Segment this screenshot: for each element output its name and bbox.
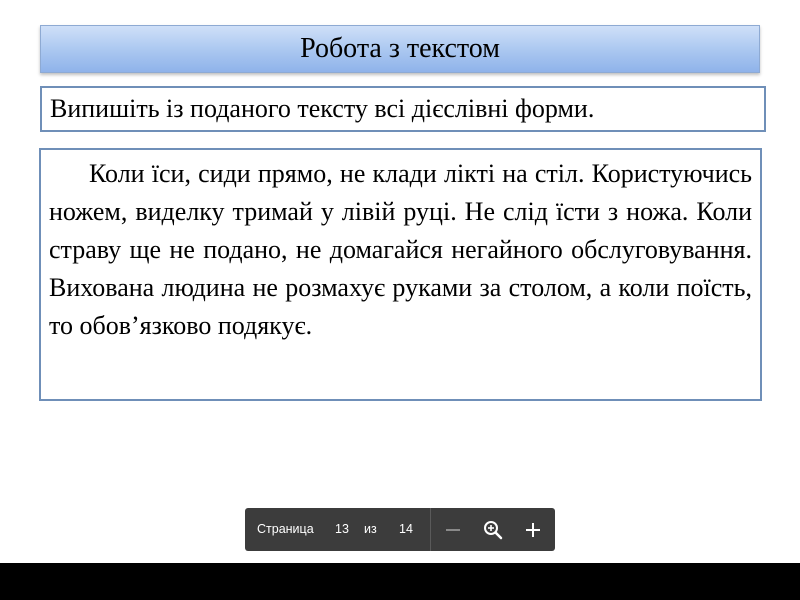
- total-pages: 14: [399, 522, 413, 536]
- presentation-slide: Робота з текстом Випишіть із поданого те…: [0, 0, 800, 563]
- zoom-out-button[interactable]: [441, 518, 465, 542]
- zoom-in-button[interactable]: [521, 518, 545, 542]
- page-label: Страница: [257, 522, 314, 536]
- zoom-button[interactable]: [481, 518, 505, 542]
- page-of-separator: из: [364, 522, 377, 536]
- minus-icon: [446, 529, 460, 531]
- page-navigation-toolbar: Страница 13 из 14: [245, 508, 555, 551]
- current-page-number[interactable]: 13: [335, 508, 349, 551]
- viewer-bottom-band: [0, 563, 800, 600]
- slide-title: Робота з текстом: [40, 25, 760, 73]
- plus-icon: [526, 523, 540, 537]
- toolbar-divider: [430, 508, 431, 551]
- magnifier-icon: [484, 521, 503, 540]
- passage-box: Коли їси, сиди прямо, не клади лікті на …: [39, 148, 762, 401]
- passage-text: Коли їси, сиди прямо, не клади лікті на …: [49, 159, 752, 340]
- task-instruction: Випишіть із поданого тексту всі дієслівн…: [40, 86, 766, 132]
